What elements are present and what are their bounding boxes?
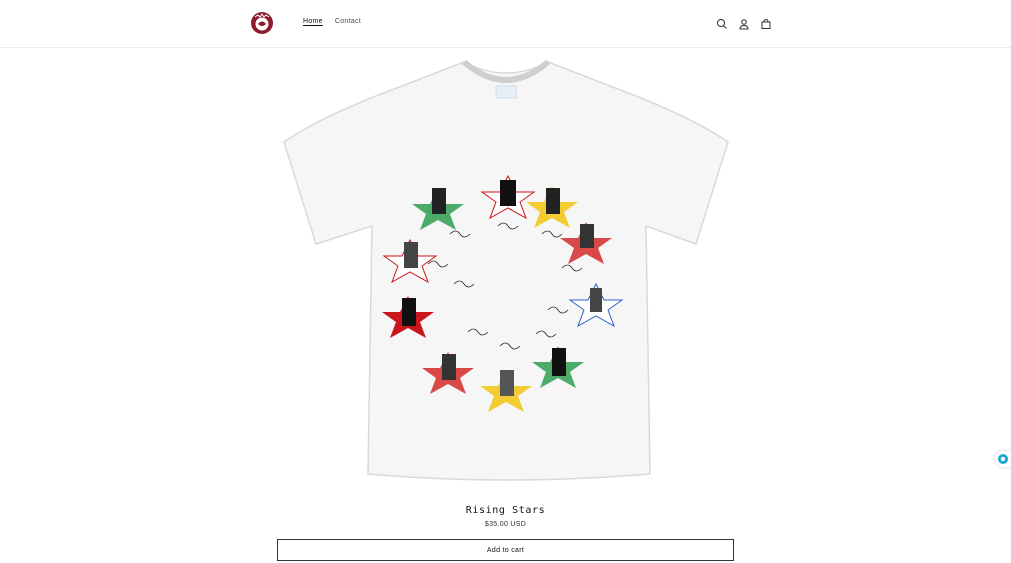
product-price: $35.00 USD: [484, 521, 527, 528]
search-icon[interactable]: [716, 17, 728, 29]
chat-widget-icon: [995, 454, 1011, 471]
product-image[interactable]: [276, 54, 736, 494]
main-nav: Home Contact: [303, 18, 361, 25]
site-header: Home Contact: [0, 0, 1011, 48]
nav-contact-link[interactable]: Contact: [335, 18, 361, 25]
product-title: Rising Stars: [465, 505, 546, 516]
nav-home-link[interactable]: Home: [303, 18, 323, 25]
chat-widget-button[interactable]: [995, 451, 1011, 467]
brand-logo-icon[interactable]: [250, 11, 274, 35]
header-icons: [716, 17, 772, 30]
cart-icon[interactable]: [760, 17, 772, 29]
account-icon[interactable]: [738, 17, 750, 30]
add-to-cart-button[interactable]: Add to cart: [277, 539, 734, 561]
